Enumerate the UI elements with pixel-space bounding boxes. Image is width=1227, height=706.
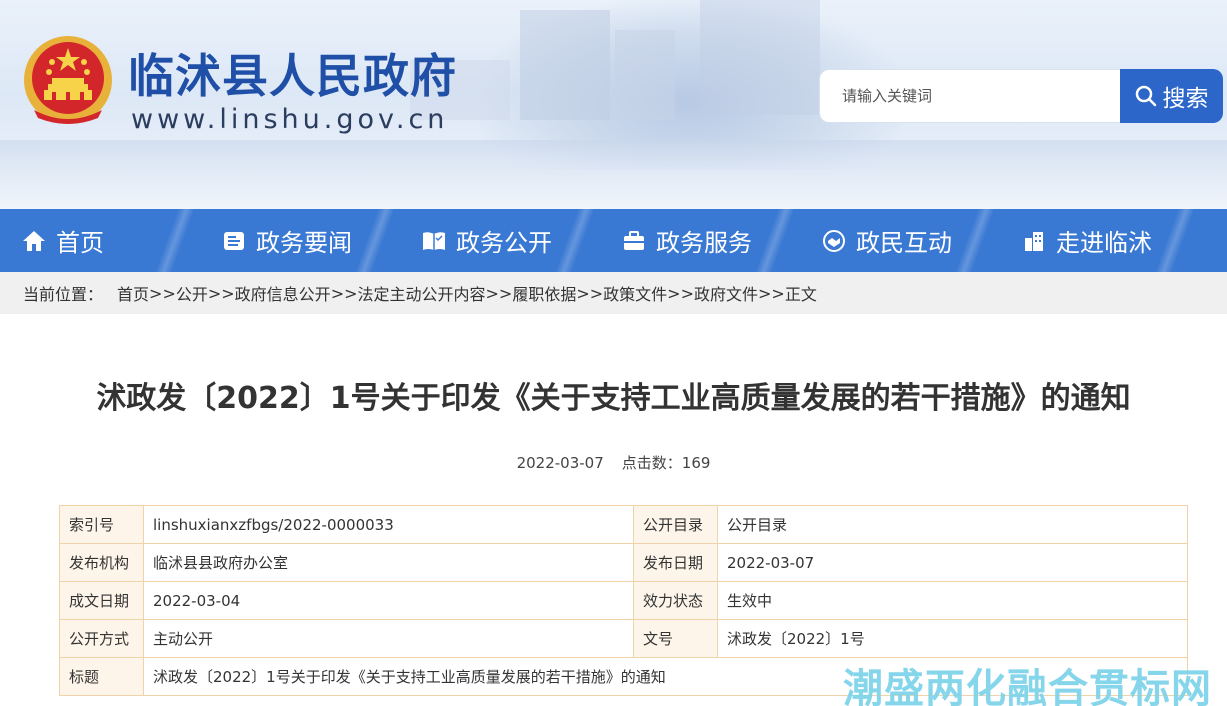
article-title: 沭政发〔2022〕1号关于印发《关于支持工业高质量发展的若干措施》的通知 bbox=[96, 381, 1131, 416]
site-header: 临沭县人民政府 www.linshu.gov.cn 搜索 bbox=[0, 0, 1227, 209]
breadcrumb-separator: >> bbox=[758, 283, 785, 303]
background-water bbox=[0, 140, 1227, 209]
nav-divider bbox=[1145, 209, 1205, 272]
nav-divider bbox=[545, 209, 605, 272]
info-key: 索引号 bbox=[59, 505, 144, 544]
watermark: 潮盛两化融合贯标网 bbox=[843, 666, 1212, 706]
table-row: 公开方式 主动公开 文号 沭政发〔2022〕1号 bbox=[59, 619, 1188, 658]
search-button-label: 搜索 bbox=[1162, 86, 1209, 112]
info-key: 公开目录 bbox=[633, 505, 718, 544]
nav-item-about-linshu[interactable]: 走进临沭 bbox=[1022, 209, 1152, 272]
info-key: 公开方式 bbox=[59, 619, 144, 658]
info-value: linshuxianxzfbgs/2022-0000033 bbox=[143, 505, 634, 544]
breadcrumb-separator: >> bbox=[330, 283, 358, 303]
breadcrumb-separator: >> bbox=[207, 283, 235, 303]
nav-divider bbox=[945, 209, 1005, 272]
info-key: 发布日期 bbox=[633, 543, 718, 582]
search-input[interactable] bbox=[820, 70, 1121, 122]
info-value: 主动公开 bbox=[143, 619, 634, 658]
article-meta: 2022-03-07 点击数：169 bbox=[0, 452, 1227, 473]
breadcrumb-link-gov-docs[interactable]: 政府文件 bbox=[694, 281, 758, 305]
breadcrumb-link-policy[interactable]: 政策文件 bbox=[603, 281, 667, 305]
home-icon bbox=[23, 230, 45, 251]
table-row: 成文日期 2022-03-04 效力状态 生效中 bbox=[59, 581, 1188, 620]
news-icon bbox=[224, 231, 244, 250]
main-nav: 首页 政务要闻 政务公开 政务服务 政民互动 走进临沭 bbox=[0, 209, 1227, 272]
breadcrumb-current: 正文 bbox=[784, 285, 817, 304]
search-box bbox=[819, 69, 1121, 123]
info-key: 成文日期 bbox=[59, 581, 144, 620]
nav-item-label: 政民互动 bbox=[856, 229, 952, 257]
briefcase-icon bbox=[624, 230, 644, 250]
article-clicks: 点击数：169 bbox=[622, 454, 711, 472]
nav-item-interaction[interactable]: 政民互动 bbox=[822, 209, 952, 272]
breadcrumb-link-gov-info[interactable]: 政府信息公开 bbox=[235, 281, 331, 305]
building-icon bbox=[1025, 231, 1043, 251]
nav-item-label: 政务要闻 bbox=[256, 229, 352, 257]
site-title: 临沭县人民政府 bbox=[128, 49, 457, 103]
info-value: 沭政发〔2022〕1号 bbox=[717, 619, 1188, 658]
site-url: www.linshu.gov.cn bbox=[131, 104, 449, 135]
nav-item-open-government[interactable]: 政务公开 bbox=[422, 209, 552, 272]
nav-item-services[interactable]: 政务服务 bbox=[622, 209, 752, 272]
national-emblem-icon[interactable] bbox=[22, 32, 114, 128]
nav-item-news[interactable]: 政务要闻 bbox=[222, 209, 352, 272]
info-value: 临沭县县政府办公室 bbox=[143, 543, 634, 582]
breadcrumb-separator: >> bbox=[667, 283, 694, 303]
info-value: 公开目录 bbox=[717, 505, 1188, 544]
nav-item-label: 首页 bbox=[56, 229, 104, 257]
nav-item-label: 政务服务 bbox=[656, 229, 752, 257]
info-value: 2022-03-04 bbox=[143, 581, 634, 620]
info-value: 2022-03-07 bbox=[717, 543, 1188, 582]
nav-item-home[interactable]: 首页 bbox=[22, 209, 104, 272]
open-book-icon bbox=[423, 231, 445, 250]
background-building bbox=[700, 0, 820, 115]
clicks-count: 169 bbox=[681, 454, 711, 472]
info-key: 文号 bbox=[633, 619, 718, 658]
info-value: 生效中 bbox=[717, 581, 1188, 620]
table-row: 索引号 linshuxianxzfbgs/2022-0000033 公开目录 公… bbox=[59, 505, 1188, 544]
breadcrumb-separator: >> bbox=[149, 283, 176, 303]
breadcrumb-separator: >> bbox=[485, 283, 513, 303]
breadcrumb-link-open[interactable]: 公开 bbox=[176, 281, 208, 305]
background-building bbox=[615, 30, 675, 120]
handshake-icon bbox=[823, 229, 845, 252]
nav-divider bbox=[745, 209, 805, 272]
table-row: 发布机构 临沭县县政府办公室 发布日期 2022-03-07 bbox=[59, 543, 1188, 582]
info-key: 发布机构 bbox=[59, 543, 144, 582]
breadcrumb-separator: >> bbox=[576, 283, 604, 303]
background-building bbox=[520, 10, 610, 120]
breadcrumb: 当前位置： 首页 >> 公开 >> 政府信息公开 >> 法定主动公开内容 >> … bbox=[0, 272, 1227, 314]
info-key: 标题 bbox=[59, 657, 144, 696]
search-icon bbox=[1135, 85, 1156, 107]
breadcrumb-link-statutory[interactable]: 法定主动公开内容 bbox=[358, 281, 486, 305]
breadcrumb-link-home[interactable]: 首页 bbox=[117, 281, 149, 305]
nav-item-label: 走进临沭 bbox=[1056, 229, 1152, 257]
clicks-label: 点击数： bbox=[621, 454, 682, 472]
nav-divider bbox=[145, 209, 205, 272]
article-date: 2022-03-07 bbox=[516, 454, 604, 472]
info-key: 效力状态 bbox=[633, 581, 718, 620]
search-button[interactable]: 搜索 bbox=[1120, 69, 1223, 123]
breadcrumb-link-duty-basis[interactable]: 履职依据 bbox=[512, 281, 576, 305]
nav-divider bbox=[345, 209, 405, 272]
nav-item-label: 政务公开 bbox=[456, 229, 552, 257]
breadcrumb-label: 当前位置： bbox=[23, 285, 104, 304]
